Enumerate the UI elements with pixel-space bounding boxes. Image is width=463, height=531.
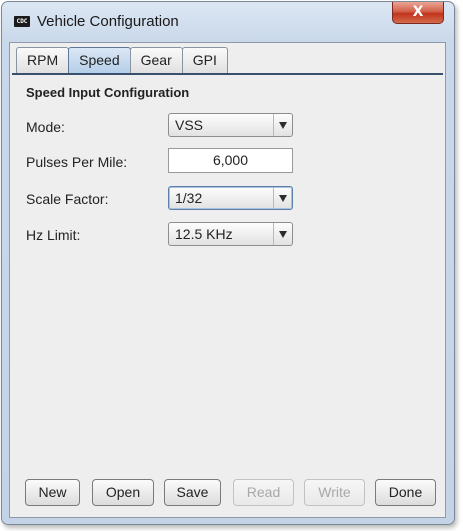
read-button[interactable]: Read [233, 479, 294, 506]
tab-divider [12, 73, 443, 75]
new-button[interactable]: New [25, 479, 80, 506]
vehicle-configuration-window: CDC Vehicle Configuration X RPM Speed Ge… [1, 1, 455, 525]
scale-factor-dropdown-arrow[interactable] [273, 187, 292, 209]
tab-gear[interactable]: Gear [129, 47, 183, 73]
pulses-per-mile-field[interactable]: 6,000 [168, 148, 293, 173]
scale-factor-select[interactable]: 1/32 [168, 186, 293, 210]
mode-dropdown-arrow[interactable] [273, 114, 292, 136]
window-title: Vehicle Configuration [37, 13, 179, 30]
hz-limit-select[interactable]: 12.5 KHz [168, 222, 293, 246]
tab-speed[interactable]: Speed [68, 47, 131, 73]
done-button[interactable]: Done [375, 479, 436, 506]
chevron-down-icon [279, 194, 287, 202]
mode-label: Mode: [26, 119, 65, 135]
hz-limit-label: Hz Limit: [26, 227, 81, 243]
pulses-per-mile-label: Pulses Per Mile: [26, 154, 128, 170]
tab-rpm[interactable]: RPM [16, 47, 70, 73]
close-icon: X [412, 4, 424, 20]
title-bar[interactable]: CDC Vehicle Configuration X [2, 2, 454, 42]
content-panel: RPM Speed Gear GPI Speed Input Configura… [9, 42, 446, 518]
scale-factor-label: Scale Factor: [26, 191, 109, 207]
hz-limit-dropdown-arrow[interactable] [273, 223, 292, 245]
write-button[interactable]: Write [304, 479, 365, 506]
button-bar: New Open Save Read Write Done [10, 479, 445, 507]
open-button[interactable]: Open [92, 479, 154, 506]
tab-gpi[interactable]: GPI [181, 47, 228, 73]
mode-select[interactable]: VSS [168, 113, 293, 137]
section-title: Speed Input Configuration [26, 85, 190, 100]
app-icon: CDC [14, 16, 30, 27]
close-button[interactable]: X [392, 2, 444, 24]
hz-limit-value: 12.5 KHz [175, 226, 233, 242]
chevron-down-icon [279, 121, 287, 129]
scale-factor-value: 1/32 [175, 190, 203, 206]
chevron-down-icon [279, 230, 287, 238]
mode-value: VSS [175, 117, 204, 133]
tab-strip: RPM Speed Gear GPI [16, 47, 228, 74]
save-button[interactable]: Save [164, 479, 221, 506]
